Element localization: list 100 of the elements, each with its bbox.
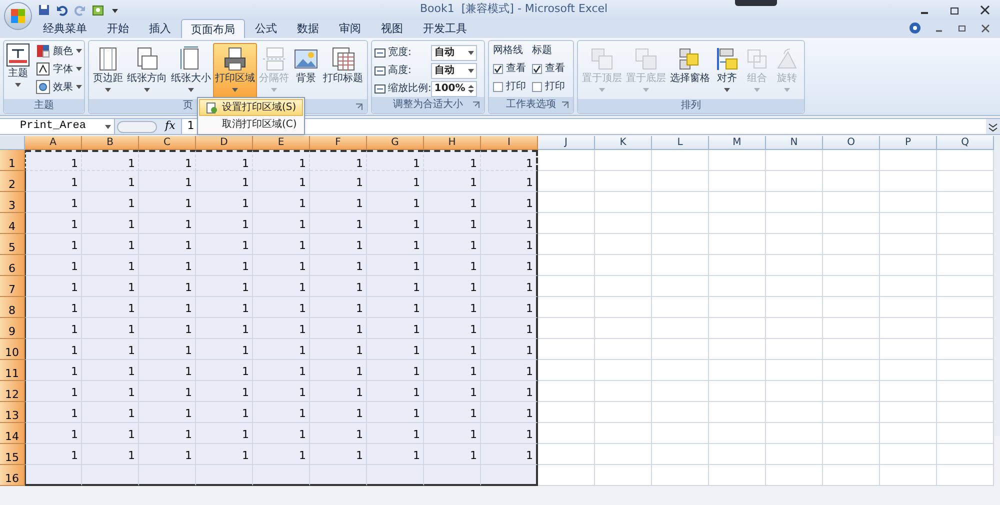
- table-cell: 1: [196, 381, 253, 402]
- row-header[interactable]: 10: [0, 339, 25, 360]
- row-header[interactable]: 4: [0, 213, 25, 234]
- row-header[interactable]: 12: [0, 381, 25, 402]
- floating-bar: [735, 0, 777, 6]
- menu-item[interactable]: 设置打印区域(S): [199, 99, 303, 116]
- formula-bar-handle[interactable]: [117, 120, 157, 132]
- dropdown-field[interactable]: 自动: [431, 44, 478, 60]
- table-cell: 1: [82, 171, 139, 192]
- row-header[interactable]: 16: [0, 465, 25, 486]
- table-cell: 1: [424, 423, 481, 444]
- table-cell: 1: [253, 192, 310, 213]
- ribbon-button[interactable]: 纸张方向: [125, 43, 169, 99]
- undo-icon[interactable]: [56, 4, 68, 16]
- column-header[interactable]: E: [253, 136, 310, 150]
- table-cell: 1: [253, 402, 310, 423]
- column-header[interactable]: P: [880, 136, 937, 150]
- checkbox-label: 打印: [545, 80, 565, 94]
- ribbon-tab[interactable]: 公式: [245, 19, 287, 38]
- row-header[interactable]: 5: [0, 234, 25, 255]
- ribbon-tab[interactable]: 视图: [371, 19, 413, 38]
- row-header[interactable]: 8: [0, 297, 25, 318]
- ribbon-tab[interactable]: 数据: [287, 19, 329, 38]
- save-icon[interactable]: [38, 4, 50, 16]
- row-header[interactable]: 14: [0, 423, 25, 444]
- column-header[interactable]: I: [481, 136, 538, 150]
- ribbon-button[interactable]: 背景: [291, 43, 321, 99]
- column-header[interactable]: O: [823, 136, 880, 150]
- ribbon-tab[interactable]: 开发工具: [413, 19, 477, 38]
- ribbon-button[interactable]: 打印标题: [321, 43, 365, 99]
- column-header[interactable]: C: [139, 136, 196, 150]
- theme-option-button[interactable]: 颜色: [36, 43, 82, 59]
- checkbox[interactable]: [532, 64, 542, 74]
- ribbon-button[interactable]: 纸张大小: [169, 43, 213, 99]
- column-header[interactable]: A: [25, 136, 82, 150]
- table-cell: 1: [82, 381, 139, 402]
- checkbox[interactable]: [532, 82, 542, 92]
- ribbon-tab[interactable]: 经典菜单: [33, 19, 97, 38]
- dialog-launcher-icon[interactable]: [472, 101, 480, 109]
- close-icon[interactable]: [980, 4, 990, 14]
- spin-field[interactable]: 100%: [431, 80, 478, 96]
- ribbon-button[interactable]: 选择窗格: [668, 43, 712, 99]
- column-header[interactable]: J: [538, 136, 595, 150]
- checkbox[interactable]: [493, 64, 503, 74]
- table-cell: 1: [196, 444, 253, 465]
- table-cell: 1: [481, 423, 538, 444]
- theme-option-button[interactable]: 字体: [36, 61, 82, 77]
- row-header[interactable]: 6: [0, 255, 25, 276]
- column-header[interactable]: B: [82, 136, 139, 150]
- help-icon[interactable]: [909, 22, 921, 34]
- column-header[interactable]: D: [196, 136, 253, 150]
- close-icon[interactable]: [981, 24, 990, 32]
- row-header[interactable]: 11: [0, 360, 25, 381]
- themes-button[interactable]: 主题: [6, 43, 30, 99]
- ribbon-button[interactable]: 对齐: [712, 43, 742, 99]
- theme-option-button[interactable]: 效果: [36, 79, 82, 95]
- menu-item[interactable]: 取消打印区域(C): [199, 116, 303, 133]
- column-header[interactable]: H: [424, 136, 481, 150]
- table-cell: 1: [310, 318, 367, 339]
- group-label: 工作表选项: [506, 100, 556, 110]
- column-header[interactable]: M: [709, 136, 766, 150]
- table-cell: 1: [310, 171, 367, 192]
- column-header[interactable]: L: [652, 136, 709, 150]
- insert-function-button[interactable]: fx: [165, 118, 176, 135]
- caret-icon: [599, 88, 605, 92]
- column-header[interactable]: F: [310, 136, 367, 150]
- expand-icon[interactable]: [988, 122, 998, 132]
- dialog-launcher-icon[interactable]: [355, 103, 363, 111]
- row-header[interactable]: 13: [0, 402, 25, 423]
- row-header[interactable]: 7: [0, 276, 25, 297]
- row-header[interactable]: 9: [0, 318, 25, 339]
- column-header[interactable]: Q: [937, 136, 994, 150]
- row-header[interactable]: 15: [0, 444, 25, 465]
- ribbon-tab[interactable]: 审阅: [329, 19, 371, 38]
- table-cell: 1: [253, 423, 310, 444]
- name-box[interactable]: Print_Area: [0, 119, 115, 134]
- table-cell: 1: [139, 402, 196, 423]
- ribbon-tab[interactable]: 页面布局: [181, 19, 245, 38]
- ribbon-tab[interactable]: 插入: [139, 19, 181, 38]
- ribbon-button[interactable]: 页边距: [91, 43, 125, 99]
- field-label: 宽度:: [388, 46, 412, 60]
- row-header[interactable]: 3: [0, 192, 25, 213]
- column-header[interactable]: N: [766, 136, 823, 150]
- dialog-launcher-icon[interactable]: [561, 101, 569, 109]
- caret-icon: [76, 67, 82, 71]
- column-header[interactable]: K: [595, 136, 652, 150]
- table-cell: 1: [253, 360, 310, 381]
- vertical-scrollbar[interactable]: [994, 136, 1000, 436]
- table-cell: 1: [82, 213, 139, 234]
- toolbar-tool-icon[interactable]: [92, 4, 106, 16]
- checkbox[interactable]: [493, 82, 503, 92]
- row-header[interactable]: 1: [0, 150, 25, 171]
- ribbon-tab[interactable]: 开始: [97, 19, 139, 38]
- resize-icon: [374, 64, 386, 76]
- ribbon-button[interactable]: 打印区域: [213, 43, 257, 99]
- table-cell: 1: [310, 423, 367, 444]
- office-button[interactable]: [4, 2, 32, 30]
- dropdown-field[interactable]: 自动: [431, 62, 478, 78]
- column-header[interactable]: G: [367, 136, 424, 150]
- row-header[interactable]: 2: [0, 171, 25, 192]
